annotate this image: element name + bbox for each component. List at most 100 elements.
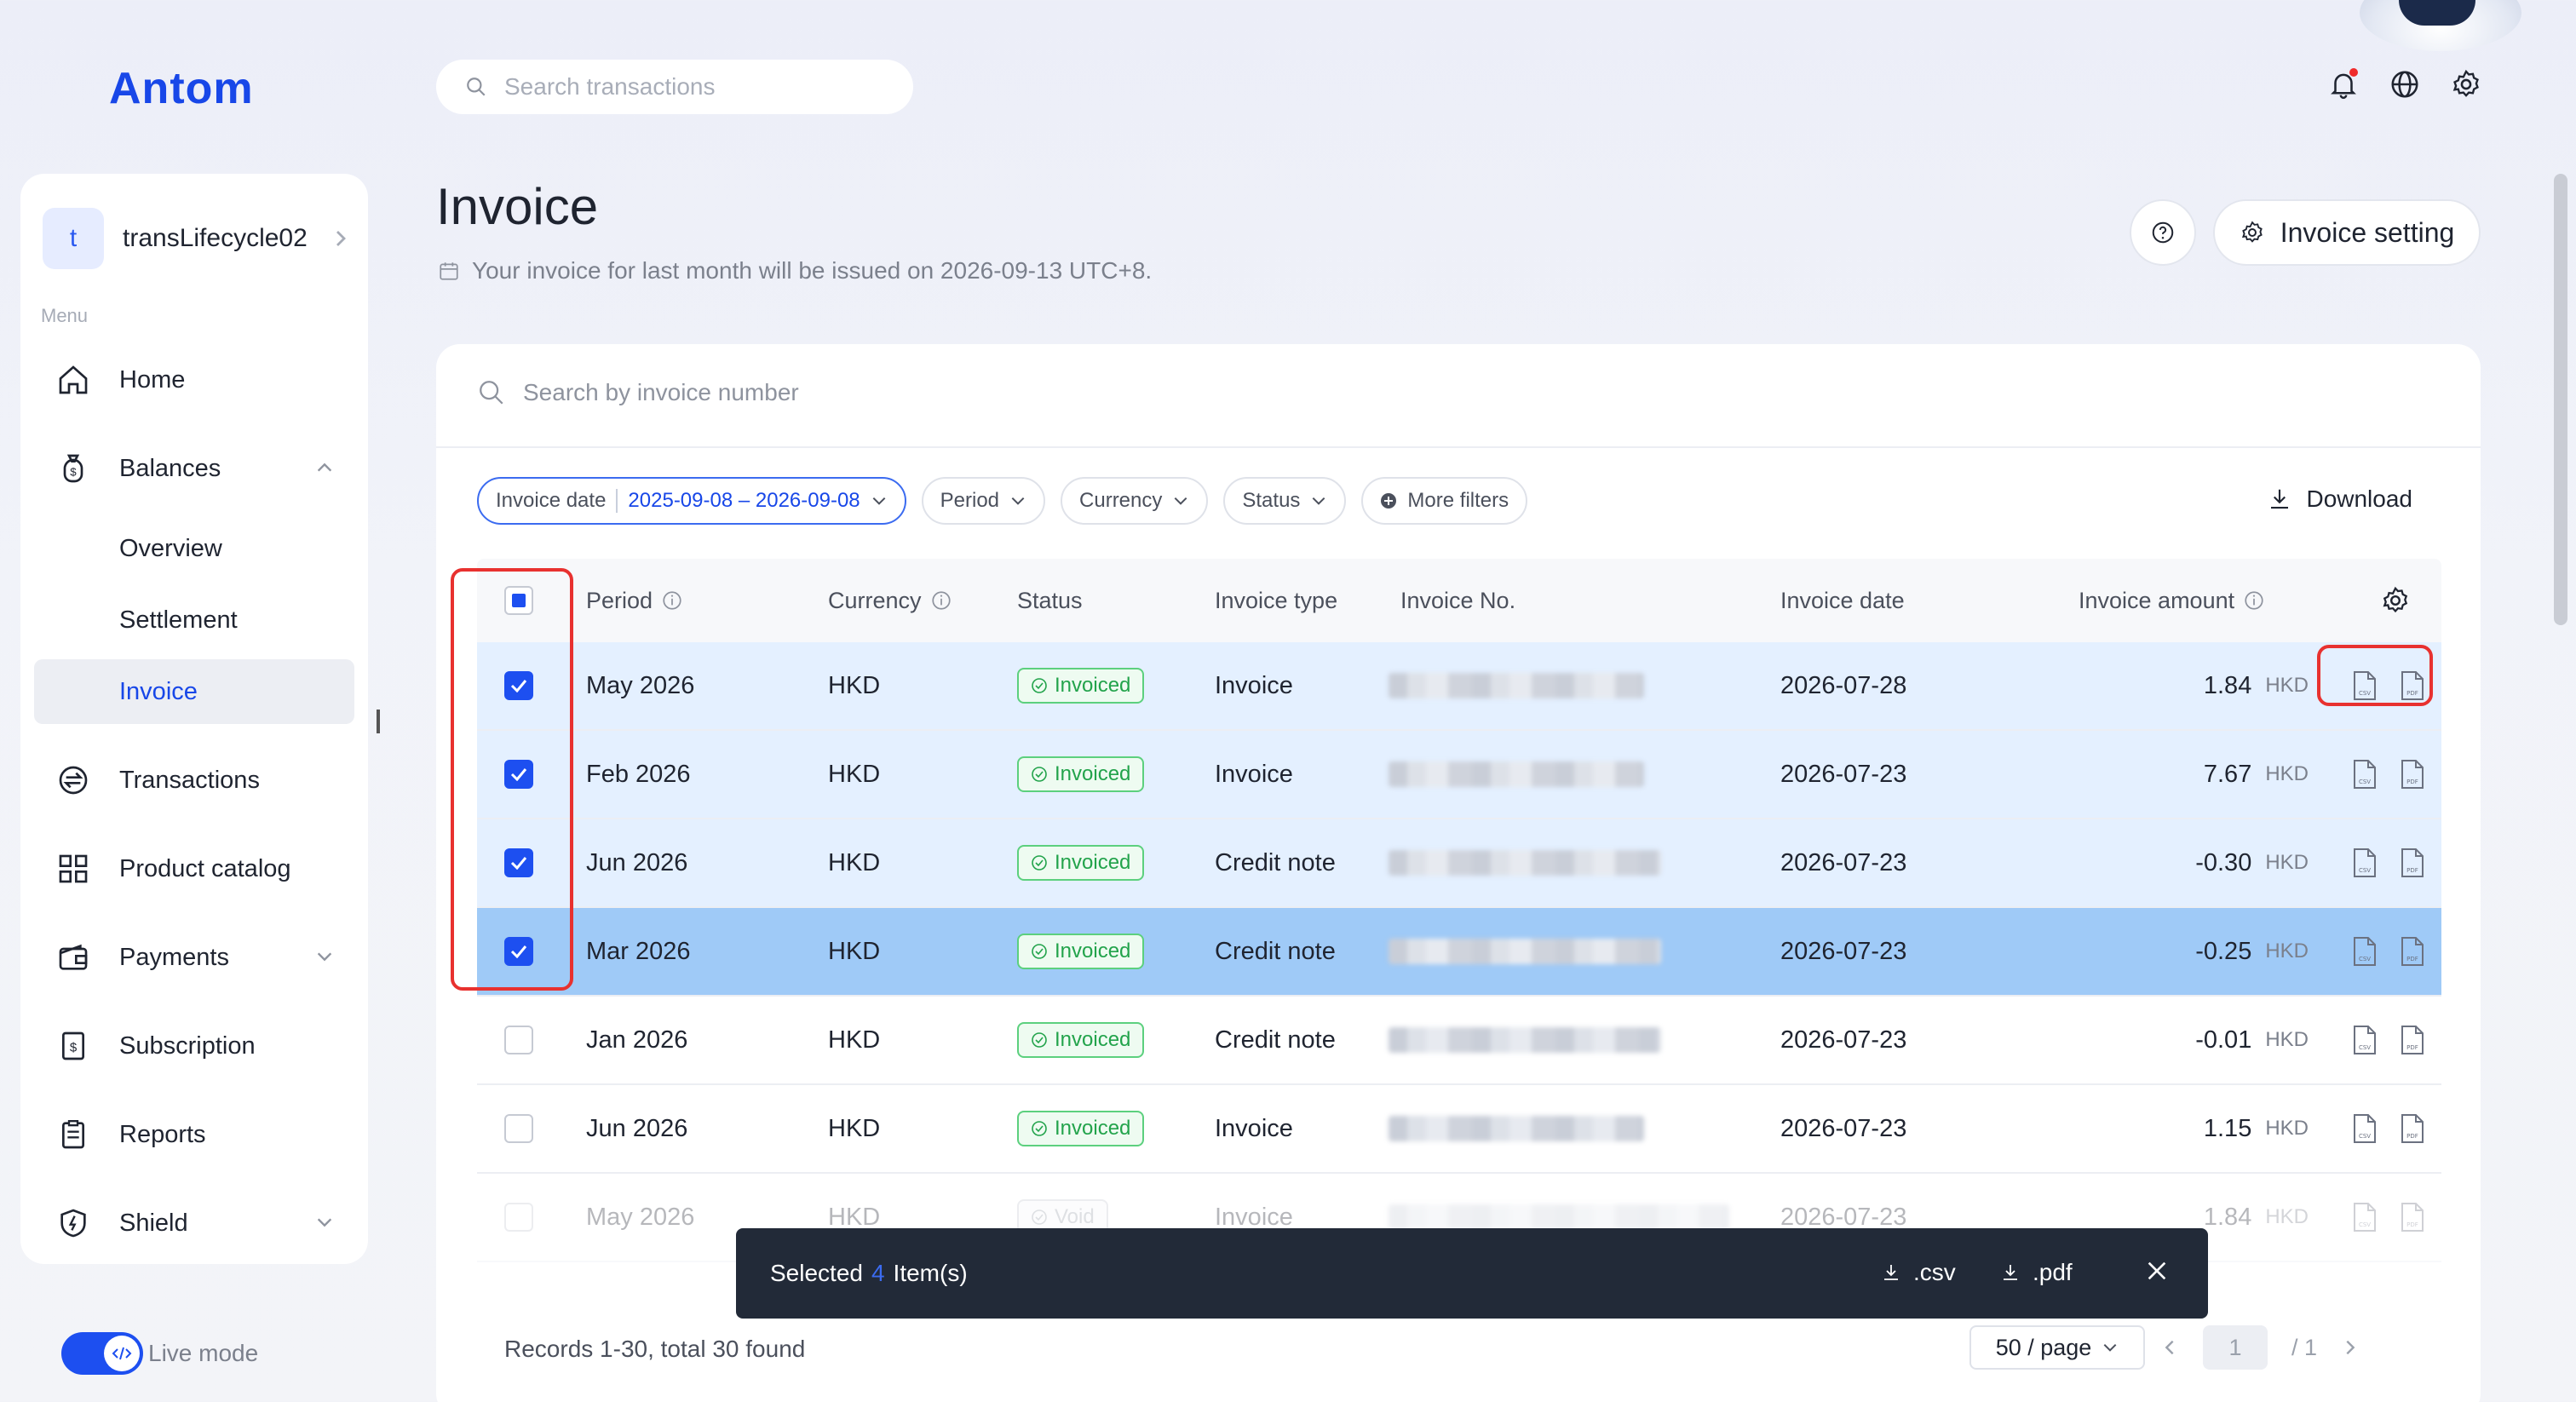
cell-invoice-no [1389,997,1661,1083]
amount-currency: HKD [2265,939,2309,962]
download-button[interactable]: Download [2267,486,2412,513]
invoice-date-filter[interactable]: Invoice date 2025-09-08 – 2026-09-08 [477,477,906,525]
amount-value: -0.01 [2195,1026,2252,1054]
svg-text:CSV: CSV [2359,1221,2371,1228]
sidebar-item-balances[interactable]: $ Balances [34,424,354,513]
info-icon[interactable] [661,589,683,612]
chevron-down-icon [2103,1343,2117,1352]
sidebar-item-subscription[interactable]: $ Subscription [34,1002,354,1090]
currency-filter[interactable]: Currency [1061,477,1209,525]
sidebar-item-home[interactable]: Home [34,336,354,424]
sidebar-item-shield[interactable]: Shield [34,1179,354,1267]
bell-icon[interactable] [2327,68,2360,101]
cell-invoice-amount: -0.30 HKD [2061,819,2309,906]
sidebar-nav: Home $ Balances Overview Settlement Invo… [34,336,354,1267]
info-icon[interactable] [930,589,952,612]
col-status: Status [1017,588,1083,614]
close-selection-button[interactable] [2143,1257,2171,1284]
sidebar-item-overview[interactable]: Overview [34,513,354,584]
pdf-file-icon[interactable]: PDF [2399,936,2426,967]
home-icon [59,365,88,394]
table-row[interactable]: Mar 2026 HKD Invoiced Credit note 2026-0… [477,908,2441,997]
cell-invoice-amount: 1.15 HKD [2061,1085,2309,1172]
exchange-icon [59,766,88,795]
cell-invoice-type: Credit note [1215,1026,1336,1054]
antom-logo[interactable]: Antom [109,63,254,114]
status-text: Invoiced [1055,762,1131,785]
page-number-input[interactable]: 1 [2203,1325,2268,1370]
invoice-setting-button[interactable]: Invoice setting [2213,199,2481,266]
sidebar-item-product-catalog[interactable]: Product catalog [34,825,354,913]
info-icon[interactable] [2243,589,2265,612]
page-scrollbar[interactable] [2554,174,2567,625]
invoice-search-input[interactable]: Search by invoice number [477,378,799,407]
check-circle-icon [1031,766,1048,783]
sidebar-item-settlement[interactable]: Settlement [34,584,354,656]
column-settings-button[interactable] [2380,585,2411,616]
amount-currency: HKD [2265,762,2309,785]
search-icon [467,78,486,96]
status-filter[interactable]: Status [1223,477,1347,525]
status-badge: Invoiced [1017,668,1145,704]
cell-invoice-type: Invoice [1215,1114,1293,1142]
gear-icon[interactable] [2450,68,2482,101]
close-icon [2148,1261,2166,1280]
page-subtitle-text: Your invoice for last month will be issu… [472,257,1153,284]
export-pdf-button[interactable]: .pdf [2000,1259,2073,1286]
row-checkbox[interactable] [504,1085,533,1172]
table-row[interactable]: Feb 2026 HKD Invoiced Invoice 2026-07-23… [477,731,2441,819]
sidebar-item-label: Reports [119,1120,206,1148]
download-label: Download [2306,486,2412,512]
table-row[interactable]: Jun 2026 HKD Invoiced Credit note 2026-0… [477,819,2441,908]
live-mode-toggle[interactable] [61,1332,143,1375]
filter-label: Period [940,489,1000,512]
export-csv-button[interactable]: .csv [1881,1259,1956,1286]
more-filters-button[interactable]: More filters [1361,477,1528,525]
cell-invoice-amount: -0.01 HKD [2061,997,2309,1083]
status-text: Invoiced [1055,1117,1131,1140]
csv-file-icon[interactable]: CSV [2351,1025,2378,1055]
chevron-left-icon[interactable] [2160,1338,2179,1357]
globe-icon[interactable] [2389,68,2421,101]
chevron-right-icon[interactable] [2341,1338,2360,1357]
col-period: Period [586,588,683,614]
live-mode-switch[interactable]: Live mode [61,1332,258,1375]
csv-file-icon[interactable]: CSV [2351,759,2378,790]
cell-invoice-no [1389,731,1644,818]
sidebar-item-transactions[interactable]: Transactions [34,736,354,825]
sidebar-item-reports[interactable]: Reports [34,1090,354,1179]
cell-period: May 2026 [586,671,695,699]
notification-dot [2349,68,2358,77]
pdf-file-icon[interactable]: PDF [2399,1025,2426,1055]
sidebar-resize-handle[interactable] [377,710,380,733]
row-checkbox[interactable] [504,1174,533,1261]
csv-file-icon[interactable]: CSV [2351,936,2378,967]
export-csv-label: .csv [1913,1259,1956,1285]
pdf-file-icon[interactable]: PDF [2399,848,2426,878]
page-size-select[interactable]: 50 / page [1969,1325,2145,1370]
row-checkbox[interactable] [504,997,533,1083]
page-title: Invoice [436,178,599,235]
sidebar-item-invoice[interactable]: Invoice [34,659,354,724]
checkbox [504,1114,533,1143]
period-filter[interactable]: Period [921,477,1046,525]
account-switcher[interactable]: t transLifecycle02 [43,208,349,269]
table-row[interactable]: Jun 2026 HKD Invoiced Invoice 2026-07-23… [477,1085,2441,1174]
table-row[interactable]: May 2026 HKD Invoiced Invoice 2026-07-28… [477,642,2441,731]
csv-file-icon[interactable]: CSV [2351,1113,2378,1144]
table-row[interactable]: Jan 2026 HKD Invoiced Credit note 2026-0… [477,997,2441,1085]
status-text: Void [1055,1205,1095,1228]
sidebar-item-payments[interactable]: Payments [34,913,354,1002]
help-button[interactable] [2130,199,2196,266]
pdf-file-icon[interactable]: PDF [2399,1202,2426,1232]
global-search-input[interactable]: Search transactions [436,60,913,114]
pdf-file-icon[interactable]: PDF [2399,1113,2426,1144]
pdf-file-icon[interactable]: PDF [2399,759,2426,790]
redacted-invoice-number [1389,1204,1729,1230]
csv-file-icon[interactable]: CSV [2351,848,2378,878]
check-circle-icon [1031,943,1048,960]
status-text: Invoiced [1055,1028,1131,1051]
sidebar-item-label: Balances [119,454,221,482]
csv-file-icon[interactable]: CSV [2351,1202,2378,1232]
amount-value: 1.15 [2203,1114,2252,1142]
